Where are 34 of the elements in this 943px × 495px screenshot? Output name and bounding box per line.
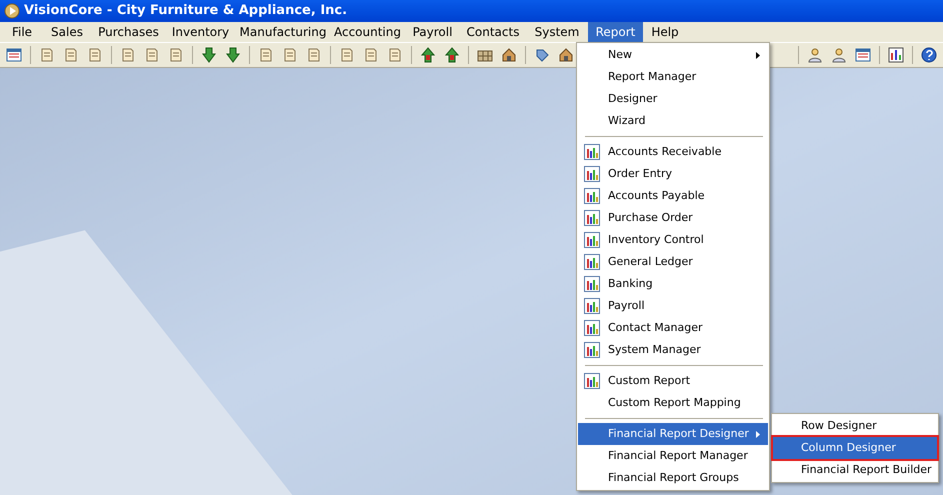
menu-bar-item[interactable]: Sales [42,22,92,42]
menu-bar-item[interactable]: Manufacturing [236,22,330,42]
menu-item[interactable]: Inventory Control [578,229,768,251]
menu-item[interactable]: Report Manager [578,66,768,88]
menu-item[interactable]: Custom Report [578,370,768,392]
menu-item[interactable]: Designer [578,88,768,110]
menu-bar-item[interactable]: File [2,22,42,42]
menu-item[interactable]: Accounts Payable [578,185,768,207]
menu-item[interactable]: Accounts Receivable [578,141,768,163]
menu-item[interactable]: New [578,44,768,66]
menu-bar-item[interactable]: Payroll [405,22,460,42]
menu-item[interactable]: Custom Report Mapping [578,392,768,414]
menu-bar-item[interactable]: Purchases [92,22,165,42]
menu-bar-item[interactable]: Help [643,22,687,42]
menu-item[interactable]: System Manager [578,339,768,361]
menu-item[interactable]: Financial Report Manager [578,445,768,467]
menu-item[interactable]: Wizard [578,110,768,132]
menu-item[interactable]: Financial Report Designer [578,423,768,445]
menu-item[interactable]: Row Designer [773,415,937,437]
menu-item[interactable]: Column Designer [773,437,937,459]
menu-bar-item[interactable]: Report [588,22,643,42]
menu-item[interactable]: Purchase Order [578,207,768,229]
menu-bar-item[interactable]: System [526,22,588,42]
menu-item[interactable]: Banking [578,273,768,295]
menu-bar-item[interactable]: Inventory [165,22,236,42]
menu-item[interactable]: Financial Report Builder [773,459,937,481]
menu-item[interactable]: Financial Report Groups [578,467,768,489]
menu-item[interactable]: Order Entry [578,163,768,185]
menu-item[interactable]: General Ledger [578,251,768,273]
menu-item[interactable]: Payroll [578,295,768,317]
menu-bar-item[interactable]: Accounting [330,22,405,42]
menu-bar-item[interactable]: Contacts [460,22,526,42]
window-title: VisionCore - City Furniture & Appliance, Inc. [24,2,348,20]
menu-item[interactable]: Contact Manager [578,317,768,339]
